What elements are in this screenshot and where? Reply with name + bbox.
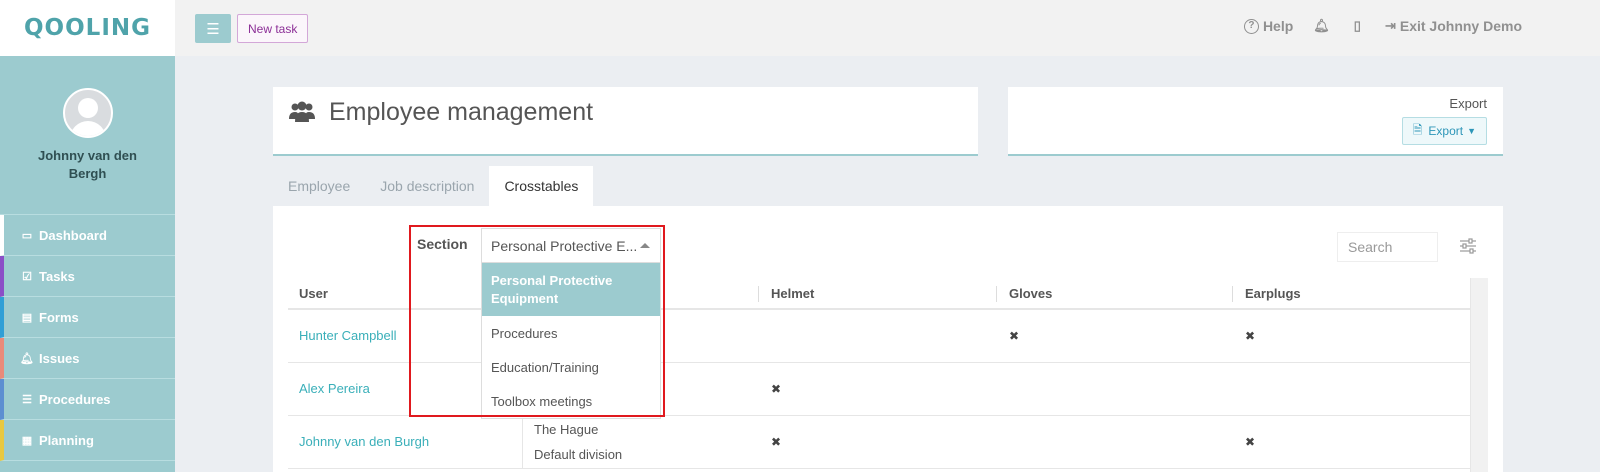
column-divider [1232,286,1233,302]
tab-bar: Employee Job description Crosstables [273,166,594,206]
help-label: Help [1262,18,1294,34]
user-link[interactable]: Johnny van den Burgh [299,434,429,449]
checkbox-icon: ☑ [22,270,32,283]
top-right-actions: ? Help 🔔︎ ▯ ⇥ Exit Johnny Demo [1224,18,1522,34]
document-icon: ▤ [21,311,33,324]
sidebar-item-label: Planning [39,432,94,448]
sidebar: QOOLING Johnny van den Bergh ▭ Dashboard… [0,0,175,472]
table-scrollbar[interactable] [1470,278,1488,472]
hamburger-icon: ☰ [206,20,220,38]
question-icon: ? [1243,18,1259,34]
user-division: Default division [534,447,623,462]
file-icon: 🗎 [1412,122,1423,137]
export-button[interactable]: 🗎 Export ▼ [1401,117,1487,145]
logo[interactable]: QOOLING [0,0,175,56]
menu-toggle-button[interactable]: ☰ [195,14,231,43]
highlight-box [409,225,665,417]
column-header-gloves[interactable]: Gloves [1009,286,1052,301]
caret-down-icon: ▼ [1467,126,1476,136]
new-task-button[interactable]: New task [237,14,309,43]
sign-out-icon: ⇥ [1384,18,1396,33]
sidebar-item-planning[interactable]: ▦ Planning [0,420,175,461]
check-mark-icon: ✖ [771,382,782,396]
top-bar: ☰ New task ? Help 🔔︎ ▯ ⇥ Exit Johnny Dem… [175,0,1600,56]
calendar-icon: ▦ [21,434,33,447]
tab-crosstables[interactable]: Crosstables [489,166,594,206]
column-header-helmet[interactable]: Helmet [771,286,814,301]
bell-icon: 🔔︎ [1313,18,1330,33]
help-link[interactable]: ? Help [1243,18,1294,34]
column-divider [758,286,759,302]
export-card: Export 🗎 Export ▼ [1008,87,1503,156]
tab-employee[interactable]: Employee [273,166,365,206]
export-label: Export [1449,96,1487,111]
column-header-earplugs[interactable]: Earplugs [1245,286,1301,301]
user-link[interactable]: Alex Pereira [299,381,370,396]
user-link[interactable]: Hunter Campbell [299,328,397,343]
sidebar-item-label: Forms [39,309,79,325]
check-mark-icon: ✖ [1245,329,1256,343]
notifications-button[interactable]: 🔔︎ [1313,18,1334,34]
sidebar-item-label: Procedures [39,391,111,407]
sidebar-item-dashboard[interactable]: ▭ Dashboard [0,215,175,256]
user-location: The Hague [534,422,599,437]
tablet-icon: ▯ [1353,18,1361,33]
sidebar-item-procedures[interactable]: ☰ Procedures [0,379,175,420]
user-profile: Johnny van den Bergh [0,56,175,215]
check-mark-icon: ✖ [1009,329,1020,343]
exit-demo-link[interactable]: ⇥ Exit Johnny Demo [1385,18,1522,34]
sidebar-item-label: Dashboard [39,227,107,243]
column-header-user[interactable]: User [299,286,328,301]
sidebar-item-forms[interactable]: ▤ Forms [0,297,175,338]
column-divider [996,286,997,302]
check-mark-icon: ✖ [1245,435,1256,449]
users-icon [289,101,315,129]
monitor-icon: ▭ [21,229,33,242]
exit-label: Exit Johnny Demo [1399,18,1522,34]
page-header-card: Employee management [273,87,978,156]
sidebar-item-tasks[interactable]: ☑ Tasks [0,256,175,297]
page-title: Employee management [329,98,594,126]
export-button-label: Export [1428,124,1464,138]
sliders-icon[interactable] [1460,238,1476,254]
sidebar-item-issues[interactable]: 🔔︎ Issues [0,338,175,379]
cell-divider [522,416,523,469]
sidebar-item-label: Issues [39,350,80,366]
check-mark-icon: ✖ [771,435,782,449]
logo-text: QOOLING [24,15,151,41]
device-button[interactable]: ▯ [1354,18,1365,34]
profile-name: Johnny van den Bergh [38,148,137,181]
sidebar-item-label: Tasks [39,268,75,284]
table-row: Johnny van den Burgh The Hague Default d… [288,416,1470,469]
tab-job-description[interactable]: Job description [365,166,489,206]
list-icon: ☰ [22,393,32,406]
search-input[interactable]: Search [1337,232,1438,262]
avatar[interactable] [62,88,113,138]
bell-icon: 🔔︎ [20,352,34,365]
